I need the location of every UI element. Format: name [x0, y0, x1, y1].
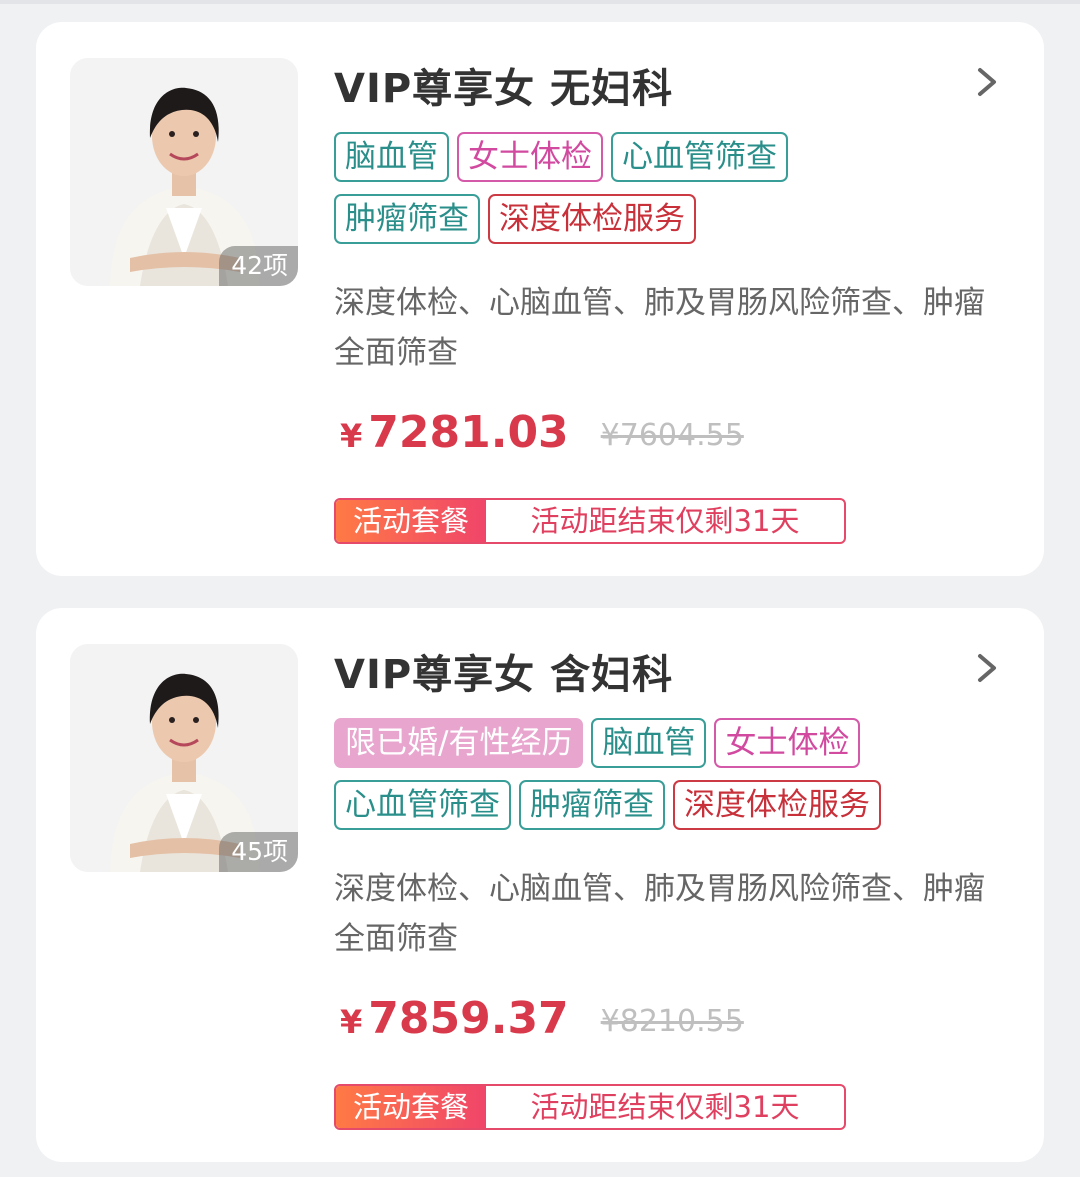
price-row: ¥7281.03 ¥7604.55: [340, 407, 744, 467]
tag: 深度体检服务: [673, 780, 881, 830]
promo-label: 活动套餐: [336, 1086, 486, 1128]
package-card[interactable]: 45项 VIP尊享女 含妇科 限已婚/有性经历 脑血管 女士体检 心血管筛查 肿瘤筛查深…: [36, 608, 1044, 1162]
tag: 深度体检服务: [488, 194, 696, 244]
chevron-right-icon[interactable]: [972, 650, 1002, 686]
package-card[interactable]: 42项 VIP尊享女 无妇科 脑血管 女士体检 心血管筛查肿瘤筛查 深度体检服务 深度…: [36, 22, 1044, 576]
tag: 脑血管: [591, 718, 707, 768]
original-price: ¥8210.55: [600, 1004, 744, 1039]
item-count-badge: 42项: [219, 246, 298, 286]
currency-symbol: ¥: [340, 417, 363, 455]
package-thumbnail: 45项: [70, 644, 298, 872]
currency-symbol: ¥: [340, 1003, 363, 1041]
package-title: VIP尊享女 含妇科: [334, 652, 674, 698]
promo-banner: 活动套餐 活动距结束仅剩31天: [334, 498, 846, 544]
tag: 肿瘤筛查: [334, 194, 480, 244]
package-thumbnail: 42项: [70, 58, 298, 286]
price-row: ¥7859.37 ¥8210.55: [340, 993, 744, 1053]
promo-banner: 活动套餐 活动距结束仅剩31天: [334, 1084, 846, 1130]
tag: 脑血管: [334, 132, 449, 182]
tag: 女士体检: [457, 132, 603, 182]
tag: 女士体检: [714, 718, 861, 768]
promo-countdown: 活动距结束仅剩31天: [530, 504, 800, 538]
tag-list: 限已婚/有性经历 脑血管 女士体检心血管筛查 肿瘤筛查 深度体检服务: [334, 718, 994, 842]
item-count-badge: 45项: [219, 832, 298, 872]
original-price: ¥7604.55: [600, 418, 744, 453]
tag: 肿瘤筛查: [519, 780, 665, 830]
chevron-right-icon[interactable]: [972, 64, 1002, 100]
current-price: 7859.37: [368, 993, 569, 1044]
package-description: 深度体检、心脑血管、肺及胃肠风险筛查、肿瘤全面筛查: [334, 285, 985, 371]
restriction-tag: 限已婚/有性经历: [334, 718, 584, 768]
tag-list: 脑血管 女士体检 心血管筛查肿瘤筛查 深度体检服务: [334, 132, 994, 256]
top-divider: [0, 0, 1080, 4]
current-price: 7281.03: [368, 407, 569, 458]
promo-countdown: 活动距结束仅剩31天: [530, 1090, 800, 1124]
tag: 心血管筛查: [334, 780, 511, 830]
package-description: 深度体检、心脑血管、肺及胃肠风险筛查、肿瘤全面筛查: [334, 871, 985, 957]
tag: 心血管筛查: [611, 132, 788, 182]
package-title: VIP尊享女 无妇科: [334, 66, 674, 112]
promo-label: 活动套餐: [336, 500, 486, 542]
